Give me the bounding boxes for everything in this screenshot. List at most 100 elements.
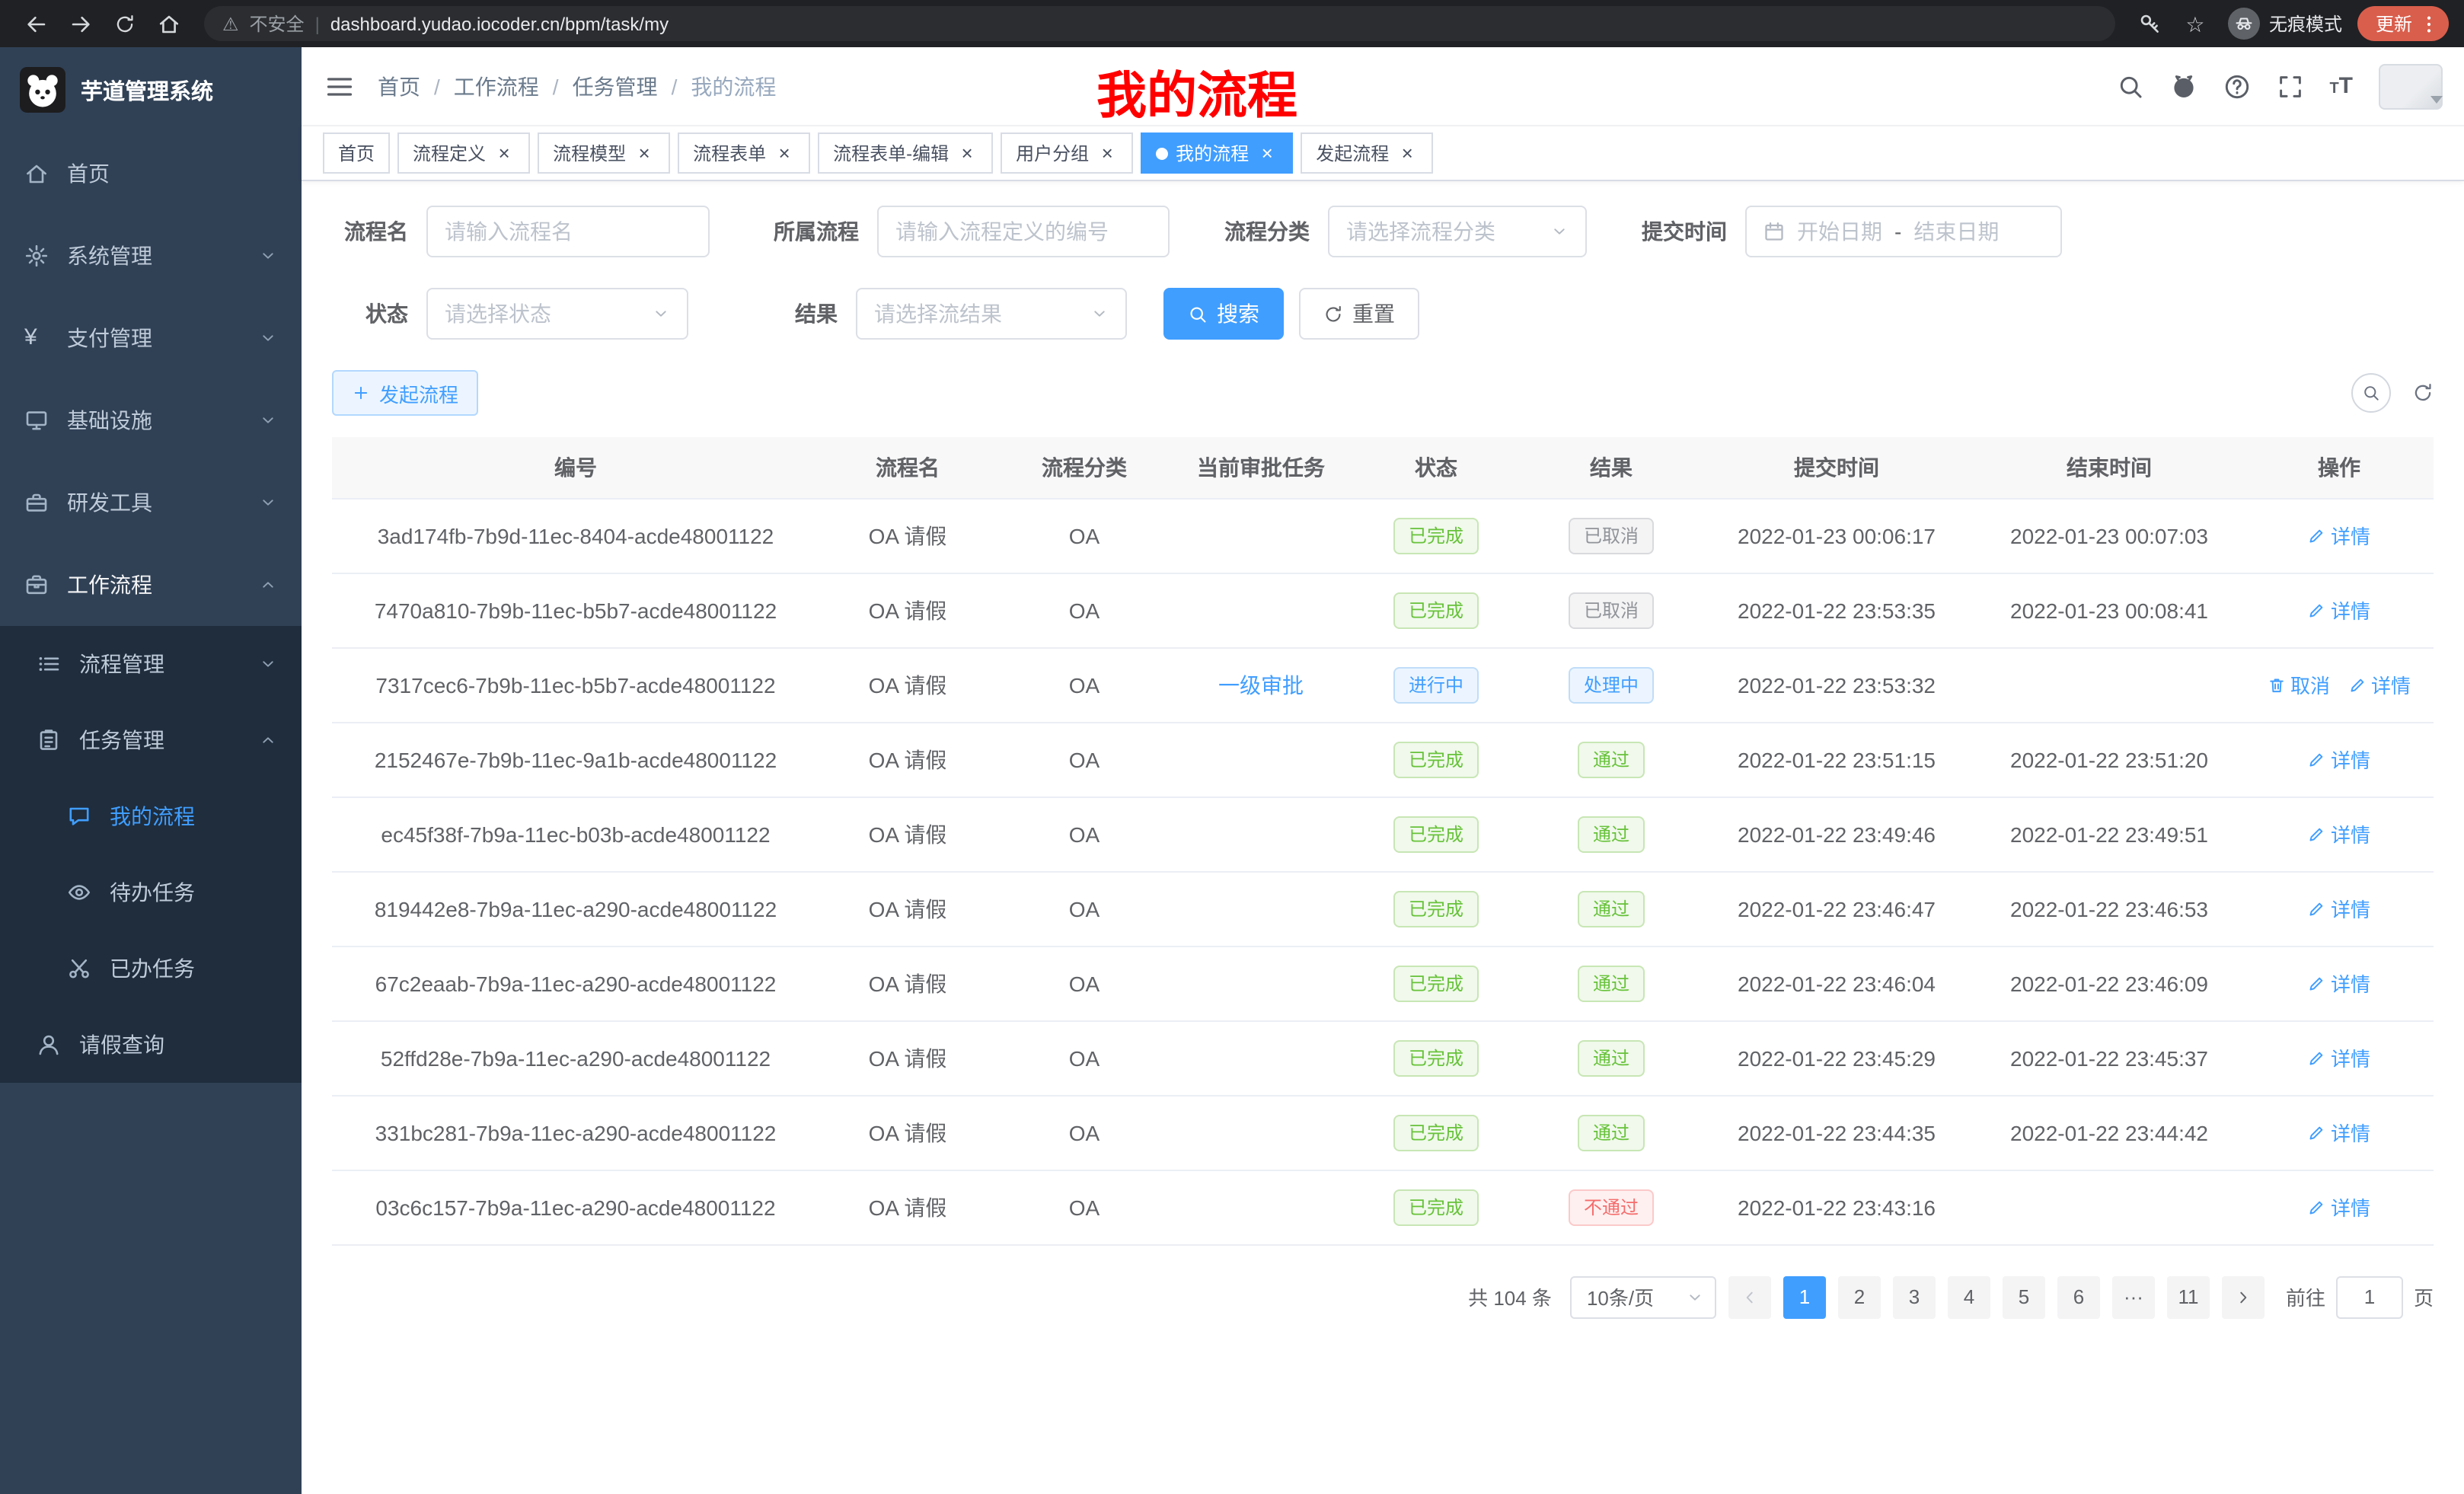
user-menu[interactable] [2379,63,2443,109]
next-page-button[interactable] [2222,1275,2265,1318]
sidebar-item-dev-tools[interactable]: 研发工具 [0,461,302,544]
tab-user-group[interactable]: 用户分组× [1001,132,1133,174]
tab-process-form-edit[interactable]: 流程表单-编辑× [818,132,993,174]
create-process-button[interactable]: 发起流程 [332,370,478,416]
page-button-5[interactable]: 5 [2003,1275,2045,1318]
page-button-11[interactable]: 11 [2167,1275,2210,1318]
pencil-icon [2308,1049,2326,1067]
page-button-4[interactable]: 4 [1948,1275,1990,1318]
sidebar-item-done-tasks[interactable]: 已办任务 [0,931,302,1007]
detail-link[interactable]: 详情 [2308,894,2370,923]
sidebar-item-payment-management[interactable]: ¥支付管理 [0,297,302,379]
sidebar-menu: 首页系统管理¥支付管理基础设施研发工具工作流程流程管理任务管理我的流程待办任务已… [0,132,302,1083]
fullscreen-icon[interactable] [2276,72,2303,100]
category-select[interactable]: 请选择流程分类 [1328,206,1587,257]
tab-initiate-process[interactable]: 发起流程× [1301,132,1433,174]
cell-process-name: OA 请假 [819,946,996,1020]
detail-link[interactable]: 详情 [2308,521,2370,550]
breadcrumb-item[interactable]: 任务管理 [573,71,658,101]
detail-link[interactable]: 详情 [2308,595,2370,624]
sidebar-item-leave-query[interactable]: 请假查询 [0,1007,302,1083]
sidebar-item-todo-tasks[interactable]: 待办任务 [0,854,302,931]
page-button-1[interactable]: 1 [1783,1275,1826,1318]
tab-process-form[interactable]: 流程表单× [678,132,810,174]
detail-link[interactable]: 详情 [2308,1043,2370,1072]
search-button[interactable]: 搜索 [1163,288,1284,340]
process-definition-input[interactable] [877,206,1170,257]
page-button-2[interactable]: 2 [1838,1275,1881,1318]
security-label[interactable]: 不安全 [250,11,305,37]
detail-link[interactable]: 详情 [2308,745,2370,774]
sidebar-item-workflow[interactable]: 工作流程 [0,544,302,626]
browser-home-button[interactable] [148,3,189,44]
pencil-icon [2348,675,2367,694]
close-icon[interactable]: × [634,142,655,164]
github-icon[interactable] [2169,72,2197,100]
result-select[interactable]: 请选择流结果 [856,288,1127,340]
detail-link[interactable]: 详情 [2308,1192,2370,1221]
detail-link[interactable]: 详情 [2308,819,2370,848]
close-icon[interactable]: × [774,142,795,164]
app-logo[interactable]: 芋道管理系统 [0,47,302,132]
breadcrumb: 首页/工作流程/任务管理/我的流程 [378,71,776,101]
browser-update-button[interactable]: 更新 [2357,6,2449,41]
status-select[interactable]: 请选择状态 [426,288,688,340]
bookmark-star-icon[interactable]: ☆ [2175,3,2216,44]
pencil-icon [2308,974,2326,992]
close-icon[interactable]: × [1096,142,1118,164]
cell-submit-time: 2022-01-22 23:46:47 [1700,871,1974,946]
refresh-table-icon[interactable] [2412,382,2434,404]
cell-category: OA [996,498,1173,573]
address-bar[interactable]: ⚠ 不安全 | dashboard.yudao.iocoder.cn/bpm/t… [204,6,2115,41]
help-icon[interactable] [2223,72,2250,100]
sidebar-item-system-management[interactable]: 系统管理 [0,215,302,297]
process-name-input[interactable] [426,206,710,257]
cell-end-time [1974,1170,2245,1244]
sidebar-item-home[interactable]: 首页 [0,132,302,215]
browser-reload-button[interactable] [104,3,145,44]
tab-process-definition[interactable]: 流程定义× [397,132,530,174]
close-icon[interactable]: × [493,142,515,164]
toggle-search-icon[interactable] [2351,373,2391,413]
reset-button[interactable]: 重置 [1299,288,1419,340]
hamburger-icon[interactable] [302,47,378,125]
cell-submit-time: 2022-01-22 23:43:16 [1700,1170,1974,1244]
close-icon[interactable]: × [1256,142,1278,164]
pencil-icon [2308,899,2326,918]
cancel-link[interactable]: 取消 [2268,670,2330,699]
tab-home[interactable]: 首页 [323,132,390,174]
close-icon[interactable]: × [956,142,978,164]
page-button-3[interactable]: 3 [1893,1275,1936,1318]
date-range-picker[interactable]: 开始日期 - 结束日期 [1745,206,2062,257]
cell-result: 通过 [1523,1020,1700,1095]
page-button-6[interactable]: 6 [2057,1275,2100,1318]
sidebar-item-task-management[interactable]: 任务管理 [0,702,302,778]
category-placeholder: 请选择流程分类 [1346,216,1495,247]
current-task-link[interactable]: 一级审批 [1218,672,1304,697]
browser-menu-dots-icon[interactable] [2418,13,2440,34]
tab-process-model[interactable]: 流程模型× [538,132,670,174]
font-size-icon[interactable]: TT [2329,75,2353,97]
sidebar-item-process-management[interactable]: 流程管理 [0,626,302,702]
jump-suffix: 页 [2414,1282,2434,1311]
page-ellipsis[interactable]: ··· [2112,1275,2155,1318]
search-icon[interactable] [2116,72,2143,100]
detail-link[interactable]: 详情 [2308,1118,2370,1147]
sidebar-item-infrastructure[interactable]: 基础设施 [0,379,302,461]
jump-page-input[interactable] [2336,1275,2403,1318]
cell-status: 已完成 [1349,1170,1523,1244]
detail-link[interactable]: 详情 [2348,670,2411,699]
tab-my-process[interactable]: 我的流程× [1141,132,1293,174]
close-icon[interactable]: × [1396,142,1418,164]
sidebar-item-my-process[interactable]: 我的流程 [0,778,302,854]
prev-page-button[interactable] [1728,1275,1771,1318]
browser-forward-button[interactable] [59,3,101,44]
detail-link[interactable]: 详情 [2308,969,2370,998]
breadcrumb-item[interactable]: 首页 [378,71,420,101]
breadcrumb-item[interactable]: 工作流程 [454,71,539,101]
page-size-select[interactable]: 10条/页 [1570,1275,1716,1318]
incognito-profile-chip[interactable]: 无痕模式 [2228,8,2342,40]
cell-submit-time: 2022-01-22 23:53:35 [1700,573,1974,647]
password-key-icon[interactable] [2130,3,2172,44]
browser-back-button[interactable] [15,3,56,44]
